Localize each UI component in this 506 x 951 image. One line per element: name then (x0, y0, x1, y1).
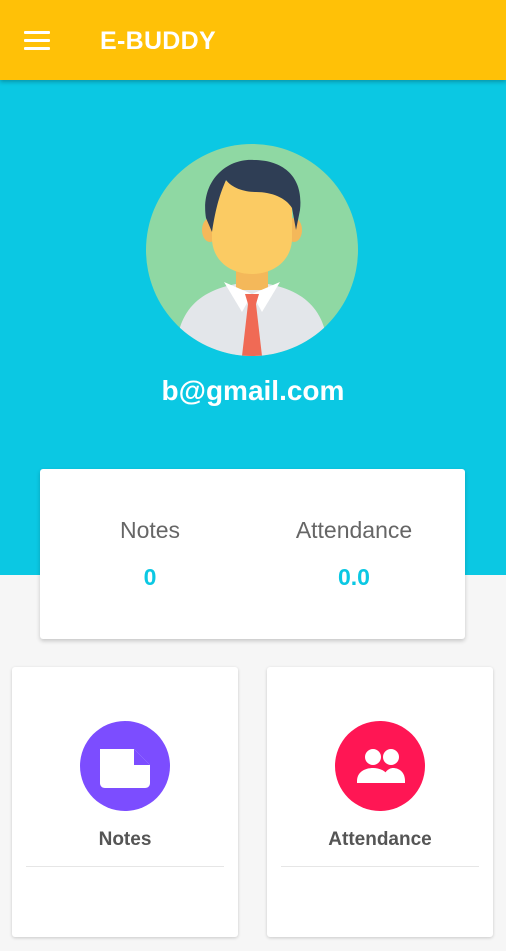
divider (26, 866, 224, 867)
stats-card: Notes 0 Attendance 0.0 (40, 469, 465, 639)
attendance-stat-value: 0.0 (338, 564, 370, 590)
attendance-tile-label: Attendance (328, 829, 432, 850)
app-bar: E-BUDDY (0, 0, 506, 80)
hamburger-menu-icon[interactable] (24, 29, 52, 51)
user-avatar-icon (146, 144, 358, 356)
notes-tile[interactable]: Notes (12, 667, 238, 937)
notes-stat-value: 0 (143, 564, 157, 590)
attendance-stat: Attendance 0.0 (254, 517, 454, 591)
user-email: b@gmail.com (161, 375, 345, 406)
divider (281, 866, 479, 867)
notes-tile-label: Notes (98, 829, 152, 850)
notes-stat-label: Notes (119, 517, 181, 543)
notes-stat: Notes 0 (50, 517, 250, 591)
people-icon (335, 721, 425, 811)
note-icon (80, 721, 170, 811)
attendance-tile[interactable]: Attendance (267, 667, 493, 937)
app-title: E-BUDDY (100, 27, 216, 55)
attendance-stat-label: Attendance (295, 517, 413, 543)
